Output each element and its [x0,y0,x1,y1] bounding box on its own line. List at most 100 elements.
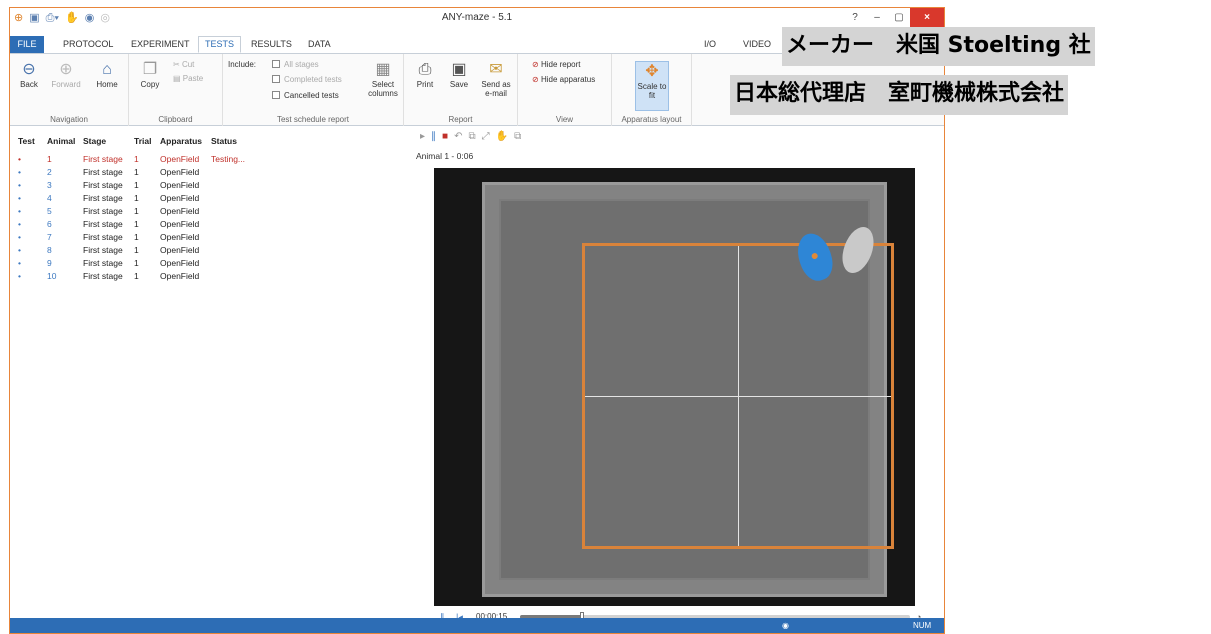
completed-tests-checkbox[interactable]: Completed tests [272,75,342,84]
row-stage: First stage [83,258,123,268]
row-apparatus: OpenField [160,206,200,216]
all-stages-checkbox[interactable]: All stages [272,60,319,69]
close-button[interactable]: × [910,8,944,29]
send-email-button[interactable]: ✉ Send as e-mail [478,60,514,98]
export-icon[interactable]: ⧉ [514,131,527,142]
row-test: • [18,219,21,229]
row-trial: 1 [134,193,139,203]
maker-banner: メーカー 米国 Stoelting 社 [782,27,1095,66]
print-button[interactable]: ⎙ Print [410,60,440,89]
pause-icon[interactable]: ∥ [431,131,442,142]
stop-icon[interactable]: ■ [442,131,454,142]
row-animal: 8 [47,245,52,255]
row-apparatus: OpenField [160,154,200,164]
apparatus-layout-label: Apparatus layout [621,115,682,124]
table-header: Test Animal Stage Trial Apparatus Status [10,135,410,148]
schedule-report-group: Include: All stages Completed tests Canc… [223,54,404,126]
tab-tests[interactable]: TESTS [198,36,242,53]
back-button[interactable]: ⊖ Back [16,60,42,89]
table-row[interactable]: • 8 First stage 1 OpenField [10,244,410,257]
row-stage: First stage [83,180,123,190]
row-apparatus: OpenField [160,271,200,281]
tab-protocol[interactable]: PROTOCOL [63,38,113,51]
table-row[interactable]: • 10 First stage 1 OpenField [10,270,410,283]
checkbox-box [272,75,280,83]
playback-toolbar: ▸∥■↶⧉⤢✋⧉ [420,131,527,142]
tab-experiment[interactable]: EXPERIMENT [131,38,190,51]
header-test[interactable]: Test [18,135,35,148]
undo-icon[interactable]: ↶ [454,131,468,142]
forward-button[interactable]: ⊕ Forward [48,60,84,89]
row-test: • [18,167,21,177]
row-trial: 1 [134,271,139,281]
tab-file[interactable]: FILE [10,36,44,53]
agent-banner: 日本総代理店 室町機械株式会社 [730,75,1069,115]
table-row[interactable]: • 6 First stage 1 OpenField [10,218,410,231]
cancelled-tests-checkbox[interactable]: Cancelled tests [272,91,339,100]
row-test: • [18,245,21,255]
maximize-button[interactable]: ▢ [888,8,910,29]
header-stage[interactable]: Stage [83,135,106,148]
hide-report-label: Hide report [540,60,581,69]
window-title: ANY-maze - 5.1 [441,12,513,23]
row-stage: First stage [83,193,123,203]
paste-button[interactable]: ▤ Paste [173,74,203,83]
row-apparatus: OpenField [160,193,200,203]
tab-data[interactable]: DATA [308,38,331,51]
table-row[interactable]: • 5 First stage 1 OpenField [10,205,410,218]
row-apparatus: OpenField [160,245,200,255]
minimize-button[interactable]: – [866,8,888,29]
row-trial: 1 [134,206,139,216]
fullscreen-icon[interactable]: ⤢ [482,131,496,142]
cut-button[interactable]: ✂ Cut [173,60,194,69]
header-status[interactable]: Status [211,135,237,148]
table-row[interactable]: • 9 First stage 1 OpenField [10,257,410,270]
row-apparatus: OpenField [160,167,200,177]
tab-io[interactable]: I/O [704,38,716,51]
select-columns-label: Select columns [368,80,398,98]
row-trial: 1 [134,245,139,255]
snapshot-icon[interactable]: ⧉ [468,131,481,142]
row-apparatus: OpenField [160,180,200,190]
header-trial[interactable]: Trial [134,135,151,148]
home-button[interactable]: ⌂ Home [92,60,122,89]
row-animal: 6 [47,219,52,229]
table-row[interactable]: • 2 First stage 1 OpenField [10,166,410,179]
checkbox-box [272,60,280,68]
animal-centre-point [810,252,819,260]
row-test: • [18,258,21,268]
play-icon[interactable]: ▸ [420,131,431,142]
title-bar: ⊕ ▣ ⎙▾ ✋ ◉ ◎ ANY-maze - 5.1 ? – ▢ × [10,8,944,29]
grid-line-horizontal [585,396,891,397]
table-row[interactable]: • 3 First stage 1 OpenField [10,179,410,192]
navigation-group-label: Navigation [50,115,88,124]
hide-report-button[interactable]: ⊘ Hide report [532,60,581,69]
table-row[interactable]: • 4 First stage 1 OpenField [10,192,410,205]
table-row[interactable]: • 1 First stage 1 OpenField Testing... [10,153,410,166]
paste-icon: ▤ [173,74,183,83]
save-report-button[interactable]: ▣ Save [445,60,473,89]
row-animal: 7 [47,232,52,242]
home-icon: ⌂ [102,61,112,78]
row-animal: 2 [47,167,52,177]
num-lock-indicator: NUM [913,621,932,630]
home-label: Home [96,80,118,89]
row-animal: 9 [47,258,52,268]
video-frame[interactable] [434,168,915,606]
row-test: • [18,206,21,216]
row-animal: 5 [47,206,52,216]
row-stage: First stage [83,245,123,255]
tab-results[interactable]: RESULTS [251,38,292,51]
select-columns-button[interactable]: ▦ Select columns [366,60,400,98]
all-stages-label: All stages [284,60,319,69]
header-animal[interactable]: Animal [47,135,75,148]
hand-icon[interactable]: ✋ [496,131,514,142]
help-button[interactable]: ? [844,8,866,29]
header-apparatus[interactable]: Apparatus [160,135,202,148]
table-row[interactable]: • 7 First stage 1 OpenField [10,231,410,244]
tab-video[interactable]: VIDEO [743,38,771,51]
hide-apparatus-button[interactable]: ⊘ Hide apparatus [532,75,595,84]
copy-button[interactable]: ❐ Copy [137,60,163,89]
hide-report-icon: ⊘ [532,60,541,69]
view-group: ⊘ Hide report ⊘ Hide apparatus View [518,54,612,126]
